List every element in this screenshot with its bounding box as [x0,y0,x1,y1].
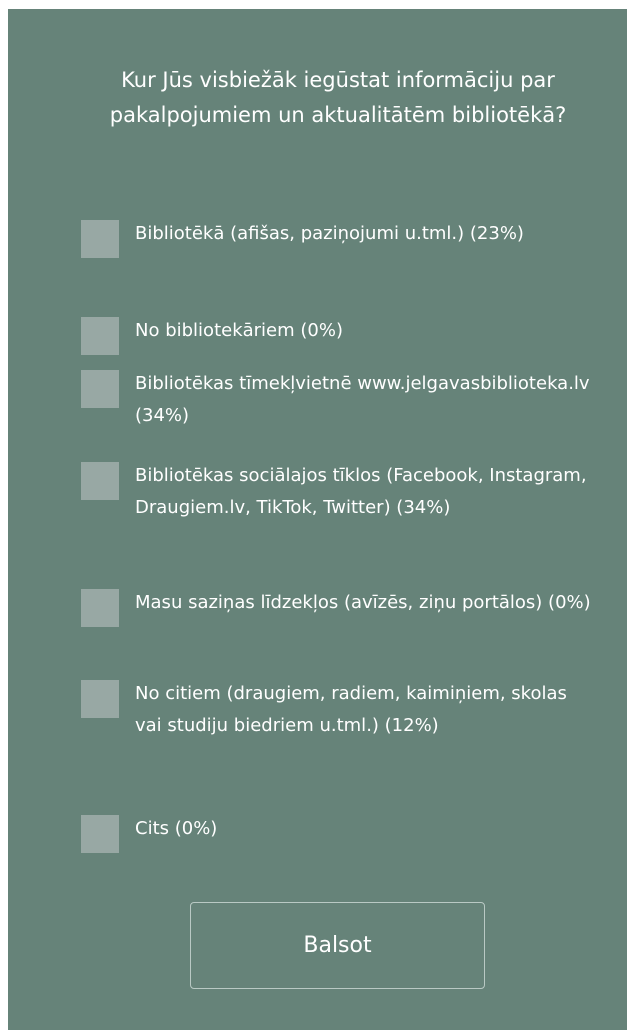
option-label[interactable]: Masu saziņas līdzekļos (avīzēs, ziņu por… [135,587,595,619]
option-checkbox[interactable] [81,680,119,718]
option-label[interactable]: Bibliotēkā (afišas, paziņojumi u.tml.) (… [135,218,595,250]
poll-widget: Kur Jūs visbiežāk iegūstat informāciju p… [8,9,627,1030]
option-label[interactable]: Bibliotēkas sociālajos tīklos (Facebook,… [135,460,595,524]
option-checkbox[interactable] [81,815,119,853]
option-label[interactable]: Bibliotēkas tīmekļvietnē www.jelgavasbib… [135,368,595,432]
option-label[interactable]: No citiem (draugiem, radiem, kaimiņiem, … [135,678,595,742]
vote-button[interactable]: Balsot [190,902,485,989]
option-label[interactable]: No bibliotekāriem (0%) [135,315,595,347]
option-label[interactable]: Cits (0%) [135,813,595,845]
option-checkbox[interactable] [81,220,119,258]
option-checkbox[interactable] [81,370,119,408]
option-checkbox[interactable] [81,589,119,627]
option-checkbox[interactable] [81,462,119,500]
option-checkbox[interactable] [81,317,119,355]
poll-question: Kur Jūs visbiežāk iegūstat informāciju p… [109,68,567,127]
